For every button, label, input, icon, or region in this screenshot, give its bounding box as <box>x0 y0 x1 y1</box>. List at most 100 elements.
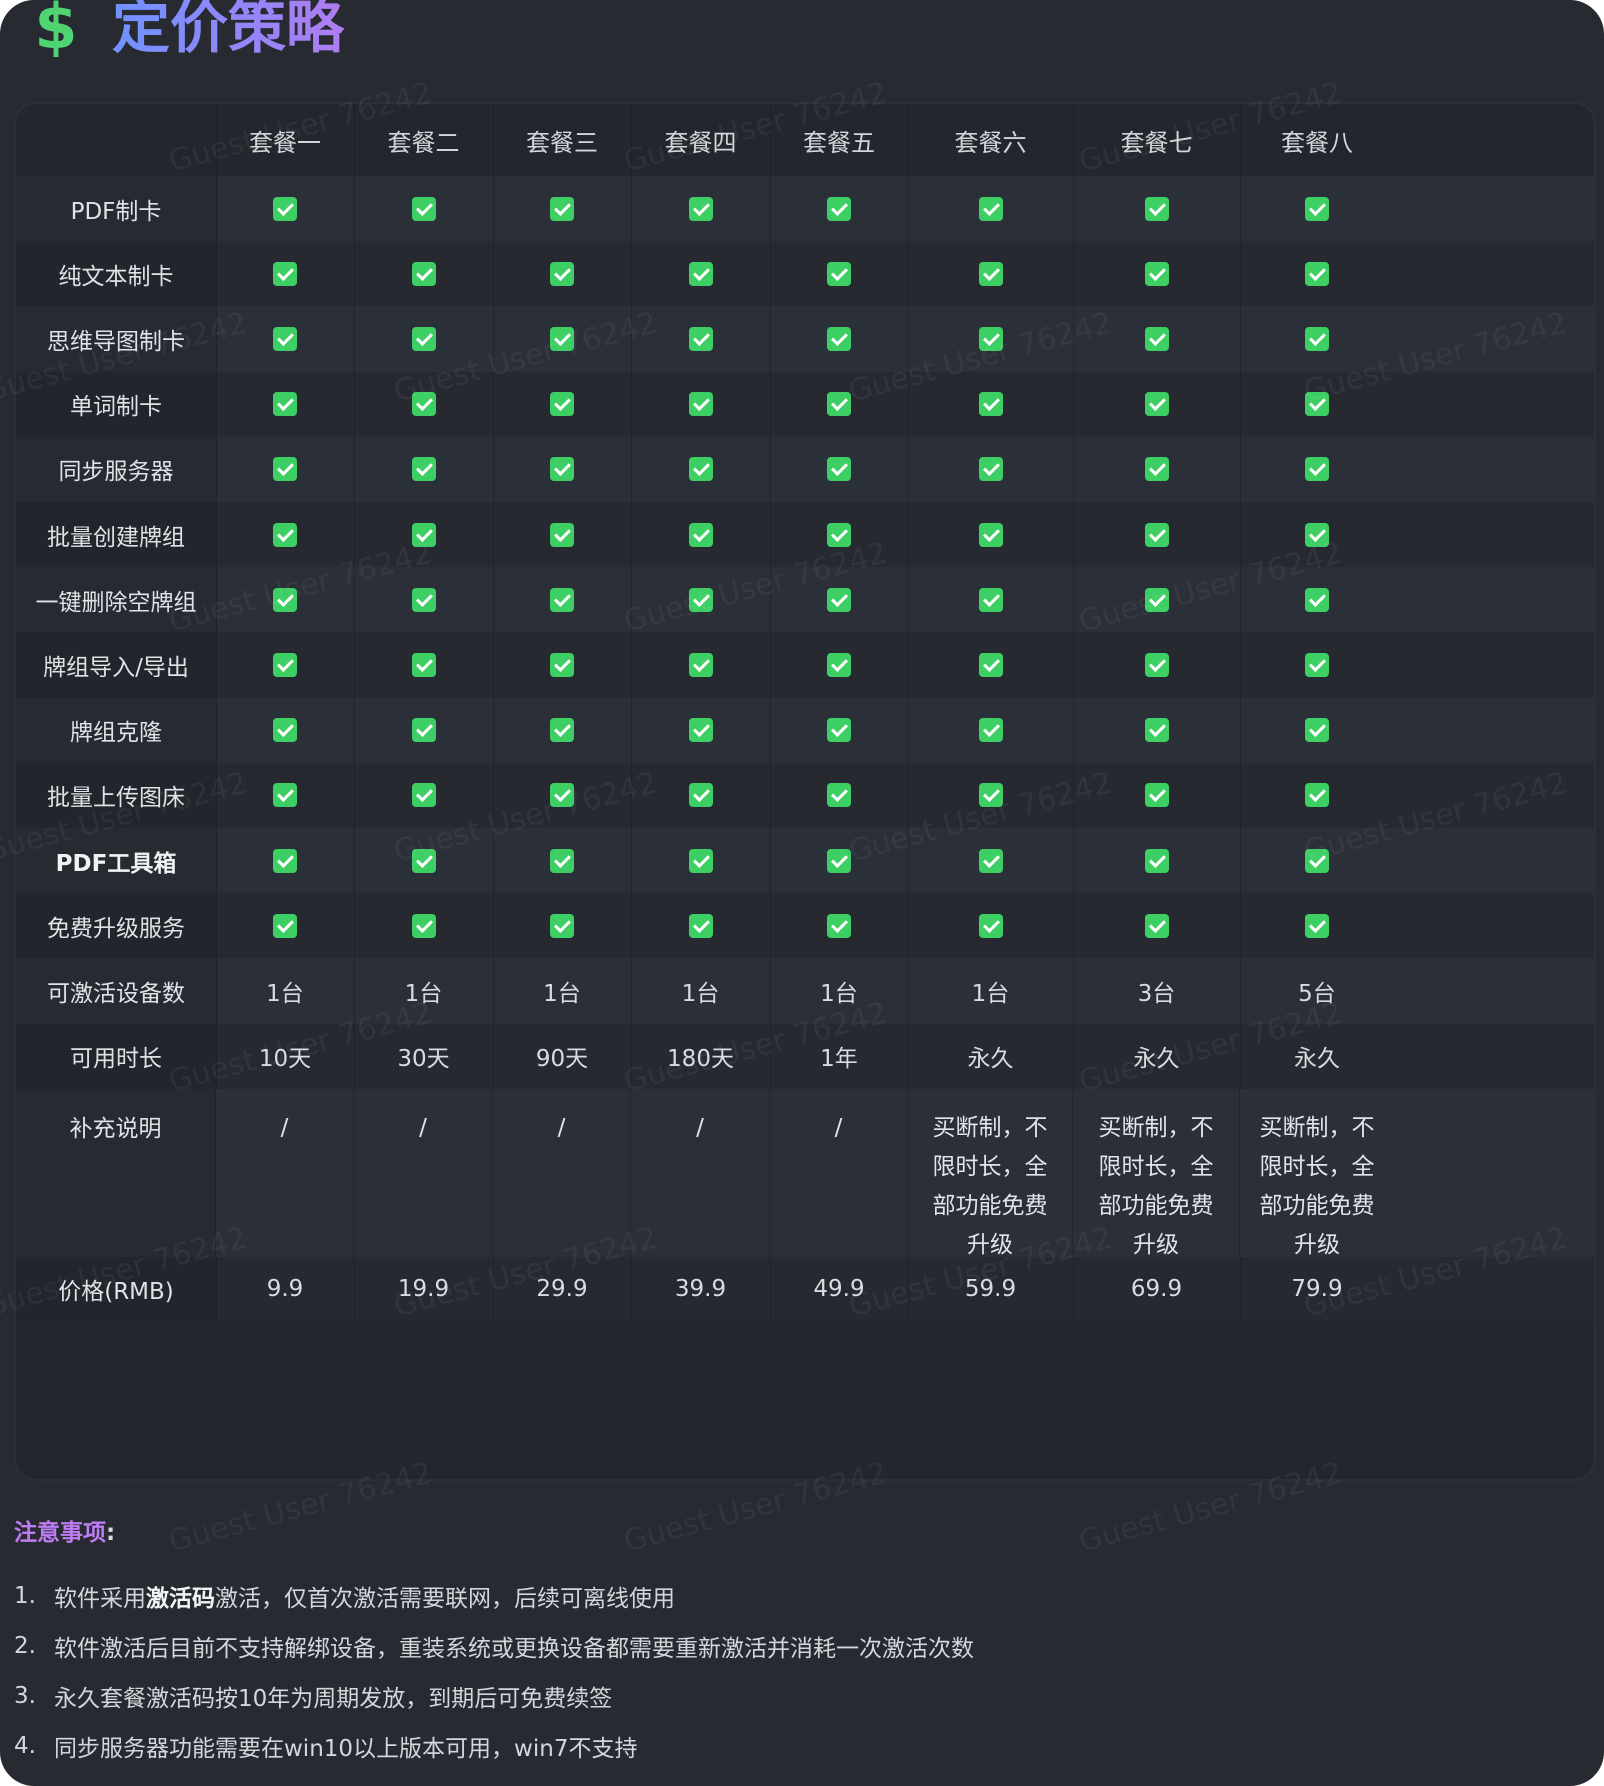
checkbox-checked-icon <box>273 196 297 221</box>
feature-cell <box>354 632 494 698</box>
checkbox-checked-icon <box>827 522 851 547</box>
row-label: 补充说明 <box>16 1088 216 1257</box>
feature-cell <box>354 893 494 959</box>
duration-cell: 30天 <box>354 1023 494 1089</box>
checkbox-checked-icon <box>1144 326 1169 351</box>
notes-cell-text: 买断制，不限时长，全部功能免费升级 <box>932 1114 1048 1258</box>
notes-cell: / <box>631 1088 770 1257</box>
feature-cell <box>216 762 355 828</box>
feature-cell <box>216 697 355 763</box>
checkbox-checked-icon <box>978 196 1003 221</box>
notes-cell: / <box>354 1088 493 1257</box>
feature-cell <box>770 176 909 242</box>
checkbox-checked-icon <box>550 913 574 938</box>
notice-text-after: 激活，仅首次激活需要联网，后续可离线使用 <box>215 1586 675 1612</box>
price-cell: 69.9 <box>1073 1256 1241 1321</box>
feature-cell <box>908 371 1074 437</box>
feature-cell <box>1073 762 1241 828</box>
feature-cell <box>1073 632 1241 698</box>
checkbox-checked-icon <box>273 848 297 873</box>
checkbox-checked-icon <box>1144 783 1169 808</box>
feature-cell <box>908 567 1074 633</box>
row-label: 思维导图制卡 <box>16 306 217 372</box>
checkbox-checked-icon <box>1305 261 1329 286</box>
table-row: 同步服务器 <box>16 436 1594 502</box>
feature-cell <box>493 306 632 372</box>
feature-cell <box>216 567 355 633</box>
notice-text: 同步服务器功能需要在win10以上版本可用，win7不支持 <box>54 1736 638 1762</box>
feature-cell <box>770 828 909 894</box>
notes-cell: 买断制，不限时长，全部功能免费升级 <box>1240 1089 1394 1258</box>
notice-number: 2. <box>14 1633 36 1659</box>
feature-cell <box>1073 371 1241 437</box>
feature-cell <box>1073 176 1241 242</box>
notes-cell-text: / <box>280 1114 289 1141</box>
feature-cell <box>1073 697 1241 763</box>
feature-cell <box>493 893 632 959</box>
price-cell: 79.9 <box>1291 1275 1343 1302</box>
price-cell: 49.9 <box>770 1256 909 1321</box>
checkbox-checked-icon <box>411 783 436 808</box>
feature-cell <box>1073 893 1241 959</box>
checkbox-checked-icon <box>978 652 1003 677</box>
checkbox-checked-icon <box>827 783 851 808</box>
feature-cell <box>493 371 632 437</box>
checkbox-checked-icon <box>273 718 297 743</box>
checkbox-checked-icon <box>550 326 574 351</box>
checkbox-checked-icon <box>1305 522 1329 547</box>
devices-cell: 1台 <box>631 958 771 1024</box>
feature-cell <box>908 436 1074 502</box>
checkbox-checked-icon <box>688 522 713 547</box>
checkbox-checked-icon <box>688 718 713 743</box>
notes-cell-text: 买断制，不限时长，全部功能免费升级 <box>1098 1114 1214 1258</box>
notes-cell: / <box>770 1088 908 1257</box>
checkbox-checked-icon <box>411 392 436 417</box>
table-row: PDF工具箱 <box>16 828 1594 894</box>
checkbox-checked-icon <box>827 326 851 351</box>
column-header-plan-5: 套餐五 <box>770 104 909 176</box>
notes-cell: / <box>216 1088 354 1257</box>
devices-cell: 1台 <box>908 958 1074 1024</box>
devices-cell: 1台 <box>493 958 632 1024</box>
notice-text: 软件采用 <box>54 1586 146 1612</box>
feature-cell <box>216 436 355 502</box>
feature-cell <box>1240 502 1394 567</box>
checkbox-checked-icon <box>827 652 851 677</box>
feature-cell <box>631 762 771 828</box>
feature-cell <box>1073 436 1241 502</box>
feature-cell <box>1073 306 1241 372</box>
checkbox-checked-icon <box>1305 652 1329 677</box>
column-header-plan-3: 套餐三 <box>493 104 632 176</box>
row-label: 可用时长 <box>16 1023 217 1089</box>
checkbox-checked-icon <box>978 392 1003 417</box>
feature-cell <box>1240 437 1394 502</box>
devices-cell: 3台 <box>1073 958 1241 1024</box>
feature-cell <box>631 176 771 242</box>
checkbox-checked-icon <box>411 196 436 221</box>
feature-cell <box>908 306 1074 372</box>
header-corner-cell <box>16 104 217 176</box>
feature-cell <box>493 436 632 502</box>
price-cell: 19.9 <box>354 1256 494 1321</box>
checkbox-checked-icon <box>273 783 297 808</box>
feature-cell <box>908 762 1074 828</box>
column-header-plan-4: 套餐四 <box>631 104 771 176</box>
checkbox-checked-icon <box>550 783 574 808</box>
row-label: 同步服务器 <box>16 436 217 502</box>
checkbox-checked-icon <box>688 326 713 351</box>
table-row: 一键删除空牌组 <box>16 567 1594 633</box>
table-row: 牌组导入/导出 <box>16 632 1594 698</box>
table-row-price: 价格(RMB) 9.9 19.9 29.9 39.9 49.9 59.9 69.9 79.9 <box>16 1256 1594 1321</box>
feature-cell <box>216 371 355 437</box>
feature-cell <box>1240 632 1394 697</box>
feature-cell <box>354 567 494 633</box>
notes-cell-text: / <box>419 1114 427 1141</box>
checkbox-checked-icon <box>1144 913 1169 938</box>
checkbox-checked-icon <box>411 652 436 677</box>
checkbox-checked-icon <box>273 326 297 351</box>
checkbox-checked-icon <box>827 587 851 612</box>
checkbox-checked-icon <box>1305 457 1329 482</box>
checkbox-checked-icon <box>550 848 574 873</box>
checkbox-checked-icon <box>1144 196 1169 221</box>
column-header-plan-1: 套餐一 <box>216 104 355 176</box>
